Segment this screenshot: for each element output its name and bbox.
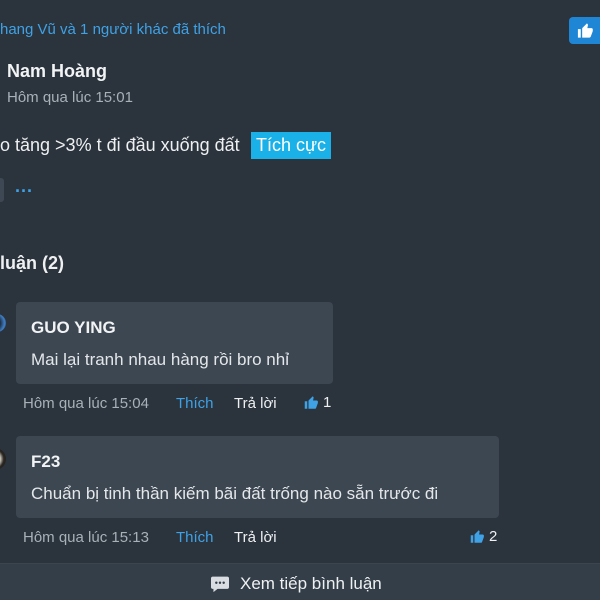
like-count-value: 1	[323, 394, 332, 411]
comment-text: Mai lại tranh nhau hàng rồi bro nhỉ	[31, 350, 289, 369]
sentiment-badge: Tích cực	[251, 132, 332, 159]
post-author-name[interactable]: Nam Hoàng	[7, 61, 107, 82]
comment-like-button[interactable]: Thích	[176, 529, 214, 546]
more-options-button[interactable]: ...	[15, 176, 33, 197]
comment-text: Chuẩn bị tinh thần kiếm bãi đất trống nà…	[31, 484, 439, 503]
avatar[interactable]	[0, 314, 6, 332]
thumbs-up-icon	[577, 23, 593, 38]
avatar[interactable]	[0, 448, 6, 470]
comment-reply-button[interactable]: Trả lời	[234, 529, 277, 546]
comment-bubble	[16, 436, 499, 518]
thumbs-up-icon	[470, 530, 484, 543]
comment-like-count[interactable]: 1	[303, 394, 331, 411]
post-like-button[interactable]	[569, 17, 600, 44]
post-likes-summary[interactable]: hang Vũ và 1 người khác đã thích	[0, 21, 226, 38]
thumbs-up-icon	[304, 396, 318, 409]
comment-icon	[211, 576, 229, 593]
more-comments-content[interactable]: Xem tiếp bình luận	[210, 574, 382, 594]
more-comments-label: Xem tiếp bình luận	[240, 574, 382, 593]
comment-author[interactable]: F23	[31, 452, 60, 472]
comment-bubble	[16, 302, 333, 384]
comments-heading: luận (2)	[0, 253, 65, 273]
post-timestamp: Hôm qua lúc 15:01	[7, 89, 133, 106]
comment-like-button[interactable]: Thích	[176, 395, 214, 412]
comment-timestamp: Hôm qua lúc 15:04	[23, 395, 149, 412]
comment-like-count[interactable]: 2	[469, 528, 497, 545]
post-body-text: o tăng >3% t đi đầu xuống đất	[0, 135, 240, 155]
comment-author[interactable]: GUO YING	[31, 318, 116, 338]
like-count-value: 2	[489, 528, 498, 545]
comment-reply-button[interactable]: Trả lời	[234, 395, 277, 412]
comment-timestamp: Hôm qua lúc 15:13	[23, 529, 149, 546]
post-action-button[interactable]	[0, 178, 4, 202]
